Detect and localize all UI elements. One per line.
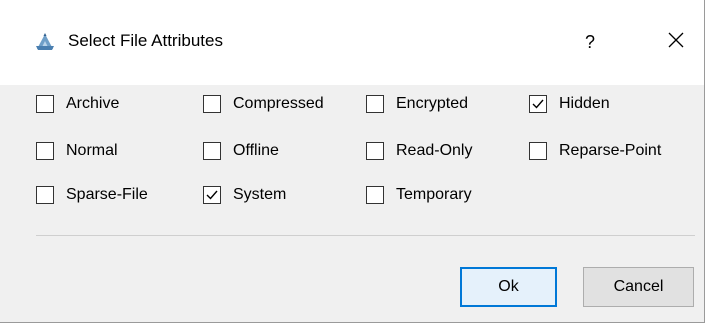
ok-button-label: Ok [498, 278, 519, 295]
select-file-attributes-dialog: Select File Attributes ? Archive Compres… [0, 0, 705, 323]
checkbox-normal[interactable]: Normal [36, 139, 118, 163]
checkbox-label: Temporary [396, 186, 472, 203]
checkbox-box[interactable] [366, 142, 384, 160]
checkbox-system[interactable]: System [203, 183, 286, 207]
checkbox-box[interactable] [203, 95, 221, 113]
checkbox-box[interactable] [203, 142, 221, 160]
checkbox-label: Sparse-File [66, 186, 148, 203]
checkbox-box[interactable] [36, 142, 54, 160]
checkbox-box[interactable] [36, 95, 54, 113]
checkbox-box[interactable] [366, 95, 384, 113]
checkbox-label: Encrypted [396, 95, 469, 112]
close-icon [668, 32, 684, 53]
checkbox-label: Normal [66, 142, 118, 159]
help-button[interactable]: ? [572, 25, 608, 59]
checkbox-label: Read-Only [396, 142, 473, 159]
checkbox-compressed[interactable]: Compressed [203, 92, 324, 116]
close-button[interactable] [656, 25, 696, 59]
checkbox-box[interactable] [36, 186, 54, 204]
checkbox-reparse-point[interactable]: Reparse-Point [529, 139, 661, 163]
cancel-button[interactable]: Cancel [583, 267, 694, 307]
checkbox-sparse-file[interactable]: Sparse-File [36, 183, 148, 207]
help-label: ? [584, 31, 595, 52]
checkbox-label: Offline [233, 142, 279, 159]
checkbox-label: Reparse-Point [559, 142, 662, 159]
app-icon [34, 30, 56, 52]
cancel-button-label: Cancel [613, 278, 664, 295]
ok-button[interactable]: Ok [460, 267, 557, 307]
checkbox-label: Compressed [233, 95, 324, 112]
checkbox-label: Archive [66, 95, 120, 112]
checkbox-box[interactable] [529, 95, 547, 113]
checkbox-encrypted[interactable]: Encrypted [366, 92, 468, 116]
checkbox-label: System [233, 186, 287, 203]
checkbox-label: Hidden [559, 95, 610, 112]
checkbox-read-only[interactable]: Read-Only [366, 139, 472, 163]
checkbox-box[interactable] [203, 186, 221, 204]
checkbox-box[interactable] [366, 186, 384, 204]
checkbox-temporary[interactable]: Temporary [366, 183, 472, 207]
checkbox-offline[interactable]: Offline [203, 139, 279, 163]
title-bar: Select File Attributes ? [0, 0, 704, 85]
checkbox-box[interactable] [529, 142, 547, 160]
divider [36, 235, 695, 236]
checkbox-hidden[interactable]: Hidden [529, 92, 610, 116]
dialog-title: Select File Attributes [68, 31, 223, 50]
checkbox-archive[interactable]: Archive [36, 92, 119, 116]
